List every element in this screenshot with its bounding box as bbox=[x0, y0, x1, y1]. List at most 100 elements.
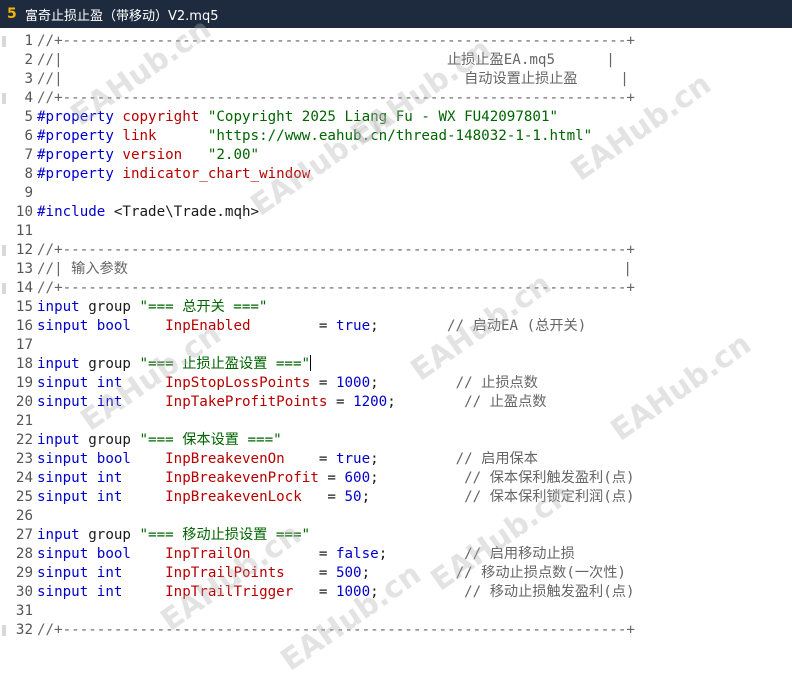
code-line[interactable]: 28 sinput bool InpTrailOn = false; // 启用移… bbox=[0, 545, 792, 564]
code-text[interactable]: sinput int InpStopLossPoints = 1000; // … bbox=[37, 374, 538, 393]
code-token: // 启动EA (总开关) bbox=[447, 318, 587, 334]
fold-marker[interactable] bbox=[2, 36, 6, 47]
code-line[interactable]: 15 input group "=== 总开关 ===" bbox=[0, 298, 792, 317]
code-token: sinput bool bbox=[37, 318, 166, 334]
code-token: sinput int bbox=[37, 489, 166, 505]
code-token: "https://www.eahub.cn/thread-148032-1-1.… bbox=[207, 128, 593, 144]
code-line[interactable]: 2//| 止损止盈EA.mq5 | bbox=[0, 51, 792, 70]
code-line[interactable]: 10 #include <Trade\Trade.mqh> bbox=[0, 203, 792, 222]
code-line[interactable]: 24 sinput int InpBreakevenProfit = 600; /… bbox=[0, 469, 792, 488]
code-text[interactable]: #include <Trade\Trade.mqh> bbox=[37, 203, 259, 222]
code-line[interactable]: 3//| 自动设置止损止盈 | bbox=[0, 70, 792, 89]
code-token: version bbox=[122, 147, 208, 163]
line-number: 15 bbox=[15, 299, 33, 315]
tab-title[interactable]: 富奇止损止盈（带移动）V2.mq5 bbox=[25, 5, 218, 24]
code-token: // 移动止损触发盈利(点) bbox=[464, 584, 635, 600]
code-line[interactable]: 25 sinput int InpBreakevenLock = 50; // 保… bbox=[0, 488, 792, 507]
code-text[interactable]: sinput int InpTakeProfitPoints = 1200; /… bbox=[37, 393, 547, 412]
line-number: 16 bbox=[15, 318, 33, 334]
code-line[interactable]: 32//+-----------------------------------… bbox=[0, 621, 792, 640]
code-token: // 启用保本 bbox=[455, 451, 538, 467]
code-line[interactable]: 17 bbox=[0, 336, 792, 355]
code-line[interactable]: 30 sinput int InpTrailTrigger = 1000; // … bbox=[0, 583, 792, 602]
code-text[interactable]: sinput bool InpTrailOn = false; // 启用移动止… bbox=[37, 545, 575, 564]
code-token: 1000 bbox=[335, 375, 371, 391]
code-token: group bbox=[88, 527, 140, 543]
code-text[interactable]: sinput bool InpBreakevenOn = true; // 启用… bbox=[37, 450, 538, 469]
code-line[interactable]: 11 bbox=[0, 222, 792, 241]
code-line[interactable]: 14//+-----------------------------------… bbox=[0, 279, 792, 298]
code-line[interactable]: 29 sinput int InpTrailPoints = 500; // 移动… bbox=[0, 564, 792, 583]
code-line[interactable]: 27 input group "=== 移动止损设置 ===" bbox=[0, 526, 792, 545]
code-text[interactable]: //+-------------------------------------… bbox=[37, 621, 635, 640]
code-line[interactable]: 18 input group "=== 止损止盈设置 ===" bbox=[0, 355, 792, 374]
code-token: false bbox=[335, 546, 379, 562]
code-line[interactable]: 16 sinput bool InpEnabled = true; // 启动EA… bbox=[0, 317, 792, 336]
code-token: InpBreakevenProfit bbox=[165, 470, 328, 486]
code-text[interactable]: input group "=== 保本设置 ===" bbox=[37, 431, 282, 450]
code-line[interactable]: 20 sinput int InpTakeProfitPoints = 1200;… bbox=[0, 393, 792, 412]
code-token: // 保本保利锁定利润(点) bbox=[464, 489, 635, 505]
code-line[interactable]: 23 sinput bool InpBreakevenOn = true; // … bbox=[0, 450, 792, 469]
code-line[interactable]: 5 #property copyright "Copyright 2025 Lia… bbox=[0, 108, 792, 127]
fold-marker[interactable] bbox=[2, 283, 6, 294]
code-token: //+-------------------------------------… bbox=[37, 90, 635, 106]
code-token: true bbox=[335, 451, 371, 467]
code-line[interactable]: 7 #property version "2.00" bbox=[0, 146, 792, 165]
code-token: //| 自动设置止损止盈 | bbox=[37, 71, 629, 87]
code-text[interactable]: //| 止损止盈EA.mq5 | bbox=[37, 51, 615, 70]
code-token: "2.00" bbox=[207, 147, 260, 163]
code-line[interactable]: 19 sinput int InpStopLossPoints = 1000; /… bbox=[0, 374, 792, 393]
code-token: ; bbox=[370, 375, 456, 391]
code-line[interactable]: 13//| 输入参数 | bbox=[0, 260, 792, 279]
code-line[interactable]: 6 #property link "https://www.eahub.cn/th… bbox=[0, 127, 792, 146]
line-number: 22 bbox=[15, 432, 33, 448]
line-number: 24 bbox=[15, 470, 33, 486]
code-text[interactable]: #property indicator_chart_window bbox=[37, 165, 310, 184]
code-line[interactable]: 26 bbox=[0, 507, 792, 526]
fold-marker[interactable] bbox=[2, 245, 6, 256]
code-line[interactable]: 1//+------------------------------------… bbox=[0, 32, 792, 51]
code-text[interactable]: //+-------------------------------------… bbox=[37, 32, 635, 51]
code-token: InpTakeProfitPoints bbox=[165, 394, 336, 410]
code-text[interactable]: input group "=== 止损止盈设置 ===" bbox=[37, 355, 312, 374]
code-text[interactable]: //| 输入参数 | bbox=[37, 260, 632, 279]
line-number: 31 bbox=[15, 603, 33, 619]
code-editor[interactable]: 1//+------------------------------------… bbox=[0, 28, 792, 640]
code-token: group bbox=[88, 299, 140, 315]
code-text[interactable]: //| 自动设置止损止盈 | bbox=[37, 70, 629, 89]
code-line[interactable]: 12//+-----------------------------------… bbox=[0, 241, 792, 260]
code-text[interactable]: //+-------------------------------------… bbox=[37, 279, 635, 298]
code-token: input bbox=[37, 299, 89, 315]
code-token: 1200 bbox=[353, 394, 388, 410]
code-text[interactable]: sinput int InpTrailPoints = 500; // 移动止损… bbox=[37, 564, 626, 583]
line-number: 25 bbox=[15, 489, 33, 505]
code-text[interactable]: input group "=== 移动止损设置 ===" bbox=[37, 526, 310, 545]
code-text[interactable]: #property version "2.00" bbox=[37, 146, 259, 165]
code-line[interactable]: 4//+------------------------------------… bbox=[0, 89, 792, 108]
code-line[interactable]: 21 bbox=[0, 412, 792, 431]
code-line[interactable]: 8 #property indicator_chart_window bbox=[0, 165, 792, 184]
line-number: 26 bbox=[15, 508, 33, 524]
code-line[interactable]: 9 bbox=[0, 184, 792, 203]
code-text[interactable]: sinput int InpBreakevenLock = 50; // 保本保… bbox=[37, 488, 635, 507]
code-text[interactable]: //+-------------------------------------… bbox=[37, 241, 635, 260]
code-token: //+-------------------------------------… bbox=[37, 622, 635, 638]
line-number: 11 bbox=[15, 223, 33, 239]
code-token: ; bbox=[370, 470, 465, 486]
code-text[interactable]: #property link "https://www.eahub.cn/thr… bbox=[37, 127, 592, 146]
code-text[interactable]: sinput int InpBreakevenProfit = 600; // … bbox=[37, 469, 635, 488]
editor-tab-bar: 5 富奇止损止盈（带移动）V2.mq5 bbox=[0, 0, 792, 28]
fold-marker[interactable] bbox=[2, 625, 6, 636]
code-text[interactable]: sinput bool InpEnabled = true; // 启动EA (… bbox=[37, 317, 586, 336]
code-token: sinput bool bbox=[37, 451, 166, 467]
code-text[interactable]: //+-------------------------------------… bbox=[37, 89, 635, 108]
code-token: ; bbox=[378, 546, 465, 562]
fold-marker[interactable] bbox=[2, 93, 6, 104]
code-token: = bbox=[327, 470, 345, 486]
code-text[interactable]: input group "=== 总开关 ===" bbox=[37, 298, 267, 317]
code-line[interactable]: 22 input group "=== 保本设置 ===" bbox=[0, 431, 792, 450]
code-line[interactable]: 31 bbox=[0, 602, 792, 621]
code-text[interactable]: sinput int InpTrailTrigger = 1000; // 移动… bbox=[37, 583, 635, 602]
code-text[interactable]: #property copyright "Copyright 2025 Lian… bbox=[37, 108, 558, 127]
